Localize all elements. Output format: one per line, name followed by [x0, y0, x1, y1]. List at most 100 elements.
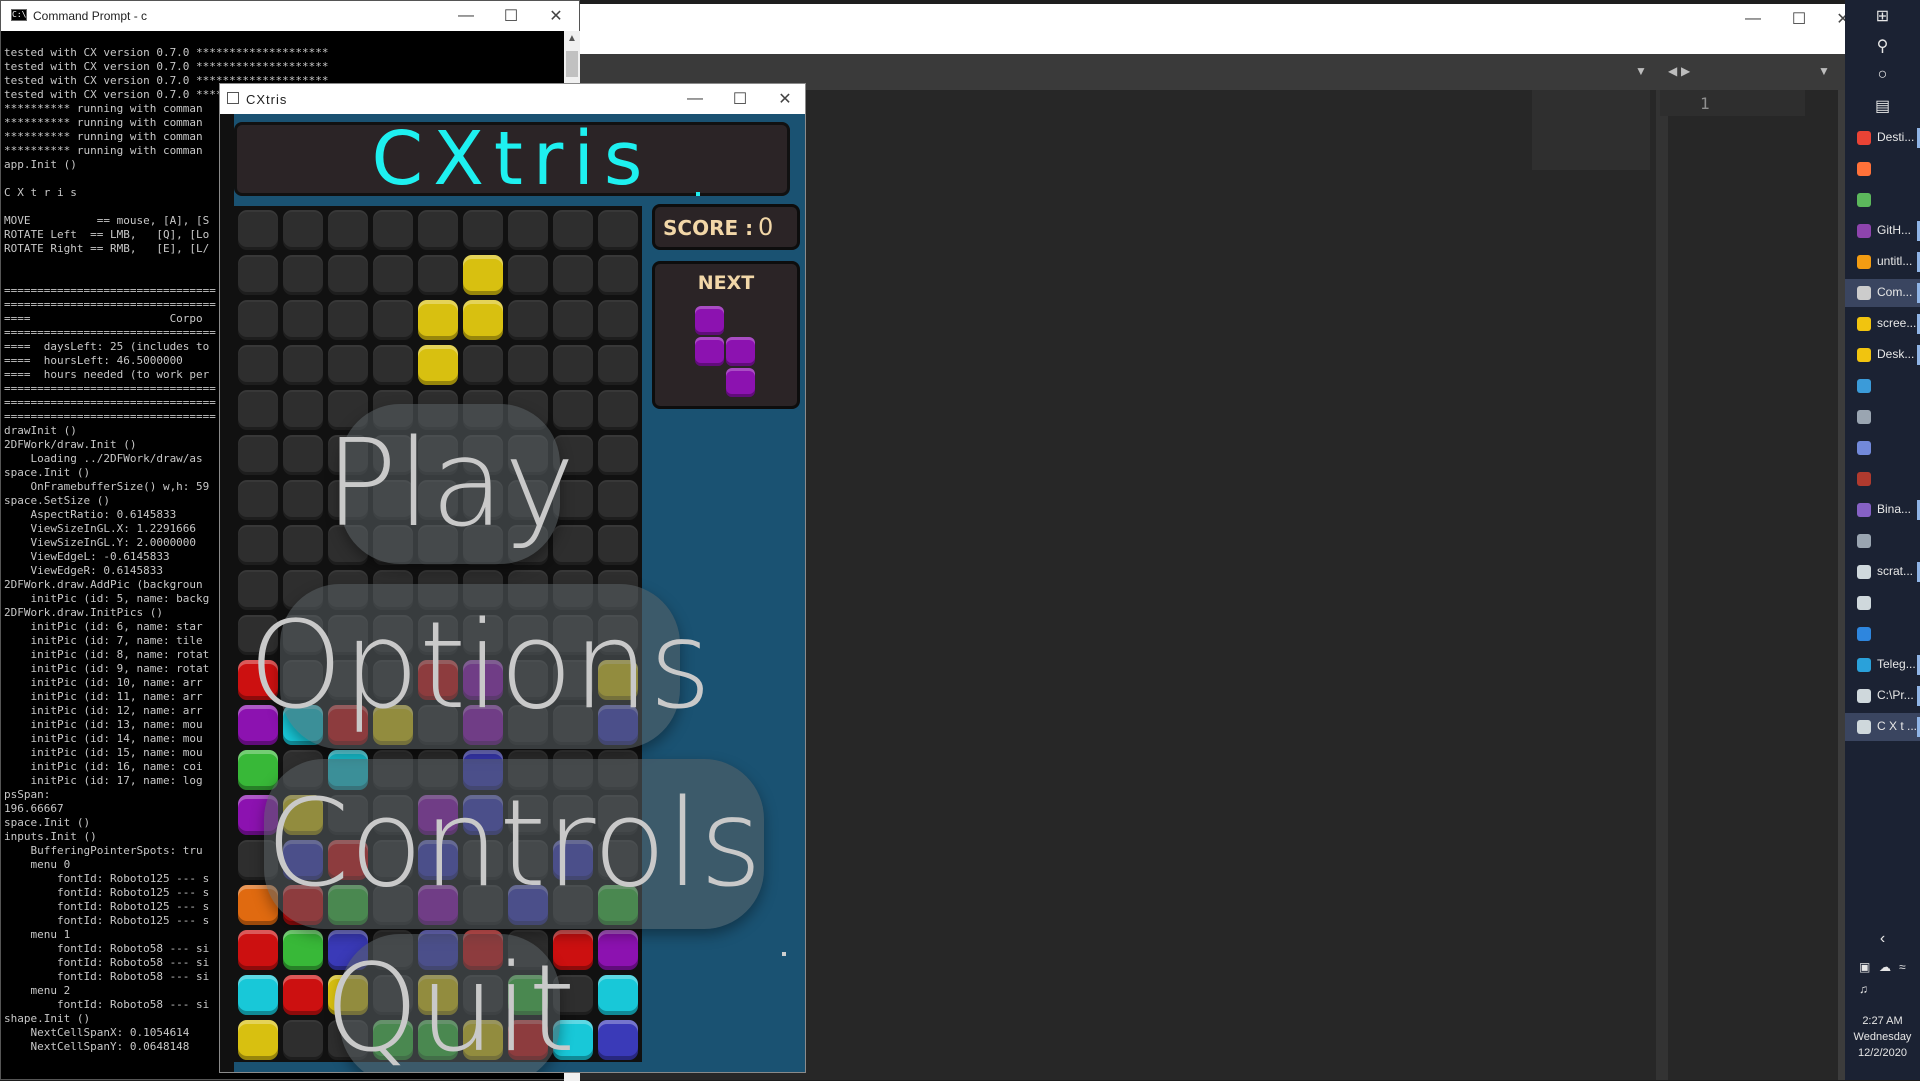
taskbar-item-label: scrat... [1877, 564, 1914, 578]
game-minimize-button[interactable] [888, 84, 934, 114]
console-line: tested with CX version 0.7.0 ***********… [4, 60, 329, 73]
cmd-close-button[interactable]: ✕ [533, 1, 579, 31]
taskbar-item-label: C X t ... [1877, 719, 1917, 733]
taskbar-item[interactable]: Desk... [1845, 341, 1920, 369]
cmd-minimize-button[interactable]: — [443, 1, 489, 31]
taskbar-item[interactable] [1845, 434, 1920, 462]
taskbar-item[interactable] [1845, 403, 1920, 431]
clock-time: 2:27 AM [1862, 1015, 1903, 1027]
empty-cell [598, 480, 638, 520]
network-icon[interactable]: ≈ [1899, 960, 1906, 974]
taskbar-item[interactable]: Bina... [1845, 496, 1920, 524]
taskbar-item[interactable] [1845, 372, 1920, 400]
taskbar-item[interactable]: scrat... [1845, 558, 1920, 586]
empty-cell [283, 1020, 323, 1060]
scroll-up-icon[interactable]: ▲ [564, 33, 580, 47]
empty-cell [283, 300, 323, 340]
clock[interactable]: 2:27 AM Wednesday 12/2/2020 [1845, 1013, 1920, 1061]
editor-minimize-button[interactable]: — [1730, 4, 1776, 34]
app-icon [1857, 193, 1871, 207]
tab-overflow-icon[interactable]: ▼ [1818, 64, 1830, 78]
taskbar-item[interactable]: Teleg... [1845, 651, 1920, 679]
game-title: CXtris [246, 92, 288, 107]
game-close-button[interactable]: ✕ [762, 84, 808, 114]
current-line-highlight [1660, 90, 1805, 116]
tab-scroll-left-icon[interactable]: ◀ [1668, 64, 1677, 78]
onedrive-icon[interactable]: ☁ [1879, 960, 1891, 974]
app-icon [1857, 379, 1871, 393]
cmd-title: Command Prompt - c [33, 9, 148, 23]
taskbar-item[interactable] [1845, 465, 1920, 493]
cmd-app-icon: C:\ [11, 9, 27, 21]
cmd-scroll-thumb[interactable] [566, 51, 578, 77]
play-button[interactable]: Play [325, 404, 575, 564]
empty-cell [283, 390, 323, 430]
empty-cell [553, 210, 593, 250]
taskbar: ⊞ ⚲ ○ ▤ Desti... GitH... untitl... Com... sc… [1845, 0, 1920, 1080]
search-icon[interactable]: ⚲ [1845, 36, 1920, 56]
cortana-icon[interactable]: ○ [1845, 66, 1920, 84]
taskbar-item[interactable] [1845, 589, 1920, 617]
empty-cell [283, 480, 323, 520]
quit-button[interactable]: Quit [325, 934, 575, 1072]
empty-cell [418, 210, 458, 250]
taskbar-item-label: scree... [1877, 316, 1917, 330]
chevron-left-icon[interactable]: ‹ [1845, 930, 1920, 948]
score-panel: SCORE : 0 [652, 204, 800, 250]
next-piece-cell [726, 337, 755, 366]
taskbar-item[interactable] [1845, 620, 1920, 648]
empty-cell [463, 345, 503, 385]
taskbar-item[interactable]: untitl... [1845, 248, 1920, 276]
task-view-icon[interactable]: ▤ [1845, 96, 1920, 116]
windows-start-icon[interactable]: ⊞ [1845, 6, 1920, 26]
taskbar-item[interactable] [1845, 155, 1920, 183]
taskbar-item-label: Desk... [1877, 347, 1915, 361]
score-label: SCORE : [663, 216, 754, 240]
game-minimize-button[interactable]: — [672, 84, 718, 114]
taskbar-item[interactable]: scree... [1845, 310, 1920, 338]
console-line: tested with CX version 0.7.0 ***********… [4, 46, 329, 59]
block-cell [238, 975, 278, 1015]
editor-scrollbar[interactable] [1838, 90, 1845, 1080]
controls-button[interactable]: Controls [264, 759, 764, 929]
editor-titlebar: — ☐ ✕ [580, 4, 1850, 54]
options-button[interactable]: Options [249, 584, 712, 749]
taskbar-item[interactable]: Desti... [1845, 124, 1920, 152]
empty-cell [598, 525, 638, 565]
taskbar-item[interactable] [1845, 527, 1920, 555]
block-cell [418, 345, 458, 385]
app-icon [1857, 503, 1871, 517]
taskbar-item[interactable]: C X t ... [1845, 713, 1920, 741]
taskbar-item[interactable]: C:\Pr... [1845, 682, 1920, 710]
game-maximize-button[interactable]: ☐ [717, 84, 763, 114]
empty-cell [328, 345, 368, 385]
taskbar-item-label: GitH... [1877, 223, 1912, 237]
block-cell [598, 975, 638, 1015]
game-logo: CXtris [371, 116, 653, 202]
empty-cell [373, 210, 413, 250]
cmd-maximize-button[interactable]: ☐ [488, 1, 534, 31]
block-cell [463, 300, 503, 340]
minimap[interactable] [1532, 90, 1650, 170]
tab-dropdown-icon[interactable]: ▼ [1635, 64, 1647, 78]
taskbar-item[interactable]: Com... [1845, 279, 1920, 307]
next-piece-cell [726, 368, 755, 397]
empty-cell [238, 210, 278, 250]
empty-cell [238, 390, 278, 430]
clock-date: 12/2/2020 [1858, 1047, 1907, 1059]
empty-cell [598, 435, 638, 475]
next-piece-panel: NEXT [652, 261, 800, 409]
taskbar-item[interactable]: GitH... [1845, 217, 1920, 245]
game-area[interactable]: CXtris SCORE : 0 NEXT Play Options Contr… [220, 114, 805, 1072]
tray-device-icon[interactable]: ▣ [1859, 960, 1870, 974]
volume-icon[interactable]: ♫ [1859, 982, 1868, 996]
cxtris-window: CXtris — ☐ ✕ CXtris SCORE : 0 NEXT Play … [219, 83, 806, 1073]
empty-cell [553, 300, 593, 340]
tab-scroll-right-icon[interactable]: ▶ [1681, 64, 1690, 78]
taskbar-item-label: Bina... [1877, 502, 1912, 516]
empty-cell [328, 210, 368, 250]
editor-maximize-button[interactable]: ☐ [1776, 4, 1822, 34]
taskbar-item[interactable] [1845, 186, 1920, 214]
app-icon [1857, 286, 1871, 300]
block-cell [598, 1020, 638, 1060]
